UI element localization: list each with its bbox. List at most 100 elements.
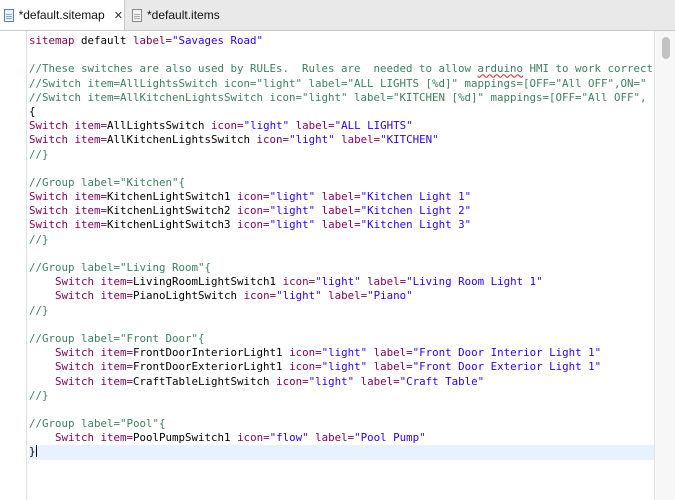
- code-token: "light": [243, 119, 296, 133]
- code-token: Switch: [29, 133, 75, 147]
- code-editor[interactable]: sitemap default label="Savages Road" //Th…: [29, 34, 655, 500]
- code-token: //These switches are also used by RULEs.…: [29, 62, 478, 76]
- code-token: "Piano": [367, 289, 413, 303]
- code-line[interactable]: //}: [29, 148, 655, 162]
- code-token: label=: [373, 346, 413, 360]
- tab-default-items[interactable]: *default.items: [128, 0, 278, 30]
- code-line[interactable]: [29, 247, 655, 261]
- code-token: PoolPumpSwitch1: [133, 431, 238, 445]
- code-token: item=: [100, 431, 134, 445]
- code-line[interactable]: {: [29, 105, 655, 119]
- code-token: //Group label="Living Room"{: [29, 261, 212, 274]
- tab-default-sitemap[interactable]: *default.sitemap ✕: [0, 0, 125, 30]
- code-token: //}: [29, 147, 49, 161]
- code-line[interactable]: //Group label="Front Door"{: [29, 332, 655, 346]
- code-line[interactable]: sitemap default label="Savages Road": [29, 34, 655, 48]
- tab-label: *default.items: [147, 8, 220, 22]
- code-token: item=: [74, 133, 108, 147]
- code-line[interactable]: //}: [29, 304, 655, 318]
- code-token: Switch: [55, 431, 101, 445]
- code-line[interactable]: Switch item=FrontDoorInteriorLight1 icon…: [29, 346, 655, 360]
- code-line[interactable]: //}: [29, 389, 655, 403]
- code-line[interactable]: Switch item=KitchenLightSwitch2 icon="li…: [29, 204, 655, 218]
- code-token: label=: [321, 218, 361, 232]
- code-token: "flow": [269, 431, 316, 445]
- code-token: item=: [74, 119, 108, 133]
- code-token: Switch: [29, 119, 75, 133]
- code-token: Switch: [29, 190, 75, 204]
- scrollbar-thumb[interactable]: [662, 37, 670, 59]
- code-token: Switch: [29, 204, 75, 218]
- code-token: //Group label="Front Door"{: [29, 331, 205, 345]
- code-token: icon=: [237, 204, 270, 218]
- code-token: "Kitchen Light 3": [360, 218, 472, 232]
- code-line[interactable]: }: [29, 445, 655, 460]
- code-token: //}: [29, 303, 49, 317]
- code-line[interactable]: [29, 403, 655, 417]
- code-token: item=: [100, 275, 134, 289]
- code-token: Switch: [55, 374, 101, 388]
- code-line[interactable]: Switch item=KitchenLightSwitch3 icon="li…: [29, 218, 655, 232]
- code-token: FrontDoorInteriorLight1: [133, 346, 290, 360]
- code-token: label=: [373, 360, 413, 374]
- code-line[interactable]: //Group label="Living Room"{: [29, 261, 655, 275]
- code-line[interactable]: Switch item=KitchenLightSwitch1 icon="li…: [29, 190, 655, 204]
- code-token: item=: [100, 374, 134, 388]
- code-token: icon=: [289, 346, 322, 360]
- code-token: sitemap: [29, 34, 82, 47]
- code-line[interactable]: Switch item=CraftTableLightSwitch icon="…: [29, 375, 655, 389]
- code-token: //Group label="Pool"{: [29, 417, 166, 431]
- code-token: "ALL LIGHTS": [334, 119, 413, 133]
- code-token: "light": [276, 289, 329, 303]
- code-line[interactable]: Switch item=PianoLightSwitch icon="light…: [29, 289, 655, 303]
- vertical-scrollbar[interactable]: [654, 31, 675, 500]
- code-token: "Living Room Light 1": [406, 275, 543, 289]
- close-icon[interactable]: ✕: [113, 9, 124, 22]
- code-line[interactable]: [29, 48, 655, 62]
- code-token: "light": [269, 190, 322, 204]
- code-token: //Switch item=AllKitchenLightsSwitch ico…: [29, 90, 647, 104]
- code-token: "Craft Table": [399, 374, 485, 388]
- code-token: "Kitchen Light 2": [360, 204, 472, 218]
- code-line[interactable]: Switch item=FrontDoorExteriorLight1 icon…: [29, 360, 655, 374]
- code-token: "KITCHEN": [380, 133, 439, 147]
- code-token: label=: [295, 119, 335, 133]
- code-token: default: [81, 34, 134, 47]
- code-line[interactable]: //Group label="Kitchen"{: [29, 176, 655, 190]
- code-token: icon=: [237, 218, 270, 232]
- code-token: label=: [315, 431, 355, 445]
- code-token: label=: [328, 289, 368, 303]
- code-token: AllKitchenLightsSwitch: [107, 133, 257, 147]
- code-token: Switch: [29, 218, 75, 232]
- code-token: "light": [289, 133, 342, 147]
- code-token: FrontDoorExteriorLight1: [133, 360, 290, 374]
- code-line[interactable]: //}: [29, 233, 655, 247]
- code-token: //}: [29, 232, 49, 246]
- code-line[interactable]: //These switches are also used by RULEs.…: [29, 62, 655, 76]
- code-line[interactable]: Switch item=AllKitchenLightsSwitch icon=…: [29, 133, 655, 147]
- code-token: label=: [360, 374, 400, 388]
- code-token: icon=: [256, 133, 290, 147]
- code-line[interactable]: [29, 318, 655, 332]
- code-token: Switch: [55, 289, 101, 303]
- code-line[interactable]: //Group label="Pool"{: [29, 417, 655, 431]
- code-line[interactable]: Switch item=LivingRoomLightSwitch1 icon=…: [29, 275, 655, 289]
- code-token: LivingRoomLightSwitch1: [133, 275, 283, 289]
- code-line[interactable]: Switch item=AllLightsSwitch icon="light"…: [29, 119, 655, 133]
- code-line[interactable]: //Switch item=AllLightsSwitch icon="ligh…: [29, 77, 655, 91]
- code-token: icon=: [282, 275, 316, 289]
- code-token: Switch: [55, 346, 101, 360]
- code-line[interactable]: Switch item=PoolPumpSwitch1 icon="flow" …: [29, 431, 655, 445]
- editor-gutter: [0, 31, 27, 500]
- code-token: label=: [321, 204, 361, 218]
- code-line[interactable]: //Switch item=AllKitchenLightsSwitch ico…: [29, 91, 655, 105]
- code-token: PianoLightSwitch: [133, 289, 244, 303]
- code-token: label=: [133, 34, 173, 47]
- code-line[interactable]: [29, 162, 655, 176]
- text-cursor: [35, 445, 37, 458]
